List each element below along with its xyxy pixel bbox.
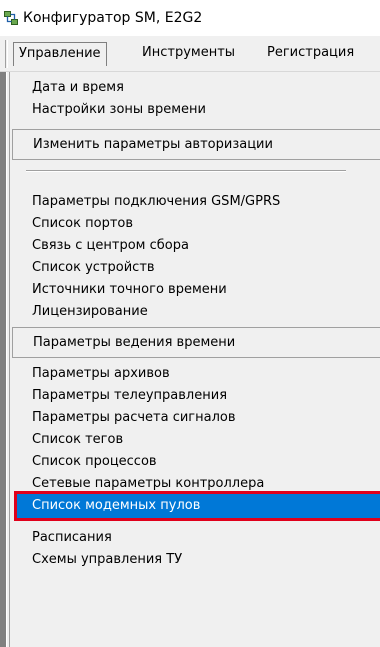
menu-item-timekeeping[interactable]: Параметры ведения времени: [12, 327, 380, 358]
window-title: Конфигуратор SM, E2G2: [23, 10, 203, 26]
menu-upravlenie[interactable]: Управление: [13, 42, 107, 66]
menu-bar: Управление Инструменты Регистрация: [0, 36, 380, 72]
menu-item-process-list[interactable]: Список процессов: [10, 450, 380, 474]
menu-item-modem-pools[interactable]: Список модемных пулов: [14, 491, 380, 521]
menu-instrumenty[interactable]: Инструменты: [137, 42, 240, 66]
menu-item-tu-control-schemes[interactable]: Схемы управления ТУ: [10, 548, 380, 572]
title-bar: Конфигуратор SM, E2G2: [0, 0, 380, 36]
menu-item-signal-calc-params[interactable]: Параметры расчета сигналов: [10, 406, 380, 430]
menu-item-device-list[interactable]: Список устройств: [10, 256, 380, 280]
menu-item-tag-list[interactable]: Список тегов: [10, 428, 380, 452]
app-network-icon: [4, 11, 18, 25]
menu-item-timezone-settings[interactable]: Настройки зоны времени: [10, 98, 380, 122]
menu-item-licensing[interactable]: Лицензирование: [10, 300, 380, 324]
menubar-grip: [5, 40, 8, 68]
menu-item-date-time[interactable]: Дата и время: [10, 76, 380, 100]
menu-item-gsm-gprs[interactable]: Параметры подключения GSM/GPRS: [10, 190, 380, 214]
menu-item-telecontrol-params[interactable]: Параметры телеуправления: [10, 384, 380, 408]
menu-item-archive-params[interactable]: Параметры архивов: [10, 362, 380, 386]
menu-separator: [26, 170, 346, 172]
menu-item-time-sources[interactable]: Источники точного времени: [10, 278, 380, 302]
menu-item-collection-center[interactable]: Связь с центром сбора: [10, 234, 380, 258]
menu-registratsiya[interactable]: Регистрация: [262, 42, 359, 66]
menu-item-change-auth[interactable]: Изменить параметры авторизации: [12, 129, 380, 160]
menu-item-schedules[interactable]: Расписания: [10, 526, 380, 550]
menu-item-port-list[interactable]: Список портов: [10, 212, 380, 236]
